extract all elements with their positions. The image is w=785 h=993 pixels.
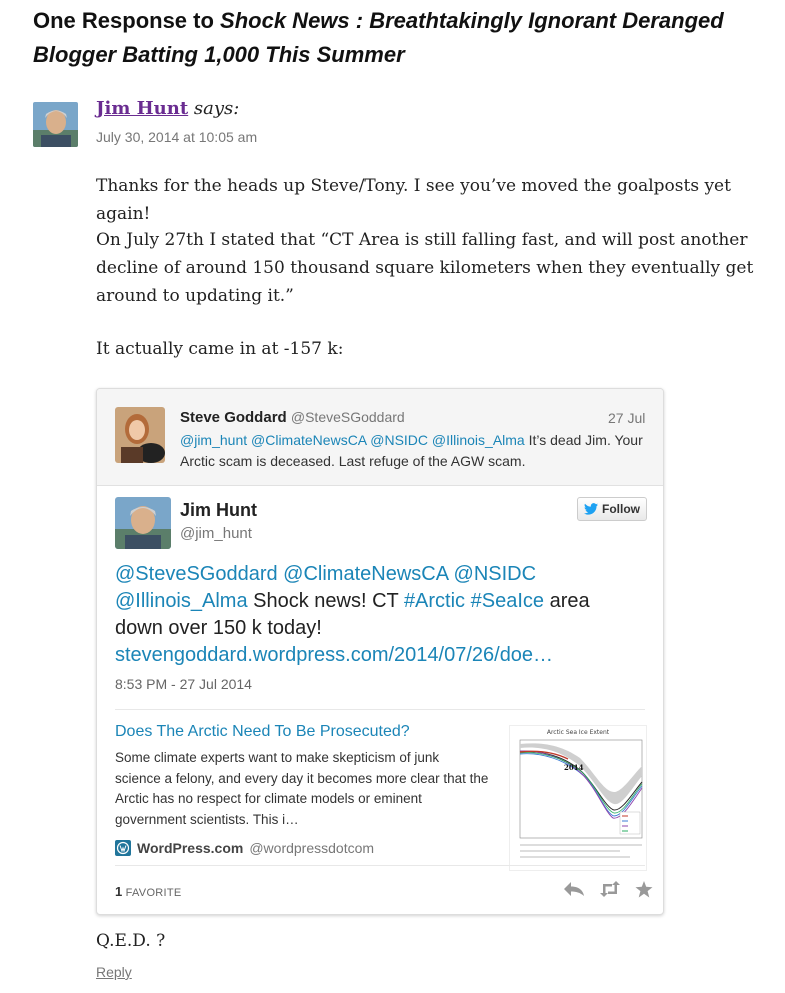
tweet-author-avatar[interactable] [115, 497, 171, 549]
comment-author-line: Jim Hunt says: [96, 98, 239, 119]
follow-label: Follow [602, 502, 640, 516]
tweet-mentions[interactable]: @SteveSGoddard @ClimateNewsCA @NSIDC [115, 563, 536, 585]
retweet-icon[interactable] [599, 881, 621, 902]
card-site-name[interactable]: WordPress.com [137, 840, 243, 856]
tweet-link[interactable]: stevengoddard.wordpress.com/2014/07/26/d… [115, 644, 553, 666]
card-title[interactable]: Does The Arctic Need To Be Prosecuted? [115, 723, 410, 741]
card-source: WordPress.com @wordpressdotcom [115, 840, 374, 856]
tweet-actions [563, 881, 653, 902]
tweet-text-span: down over 150 k today! [115, 617, 322, 639]
comment-closing: Q.E.D. ? [96, 931, 166, 951]
parent-avatar[interactable] [115, 407, 165, 463]
tweet-author-name[interactable]: Jim Hunt [180, 500, 257, 521]
favorite-count-area[interactable]: 1 FAVORITE [115, 884, 182, 899]
parent-handle[interactable]: @SteveSGoddard [291, 409, 405, 425]
thumb-label: 2014 [564, 763, 584, 772]
reply-icon[interactable] [563, 881, 585, 902]
card-desc-line: Arctic has no respect for climate models… [115, 791, 422, 806]
wordpress-icon [115, 840, 131, 856]
comments-heading: One Response to Shock News : Breathtakin… [33, 4, 773, 72]
follow-button[interactable]: Follow [577, 497, 647, 521]
comment-paragraph: It actually came in at -157 k: [96, 339, 344, 359]
parent-date[interactable]: 27 Jul [608, 410, 645, 426]
hashtag-seaice[interactable]: #SeaIce [471, 590, 544, 612]
parent-mentions[interactable]: @jim_hunt @ClimateNewsCA @NSIDC @Illinoi… [180, 432, 525, 448]
card-thumbnail[interactable]: Arctic Sea Ice Extent 2014 [509, 725, 647, 871]
divider [115, 865, 645, 866]
parent-text: @jim_hunt @ClimateNewsCA @NSIDC @Illinoi… [180, 430, 650, 472]
comment-paragraph: On July 27th I stated that “CT Area is s… [96, 230, 754, 306]
comment-date[interactable]: July 30, 2014 at 10:05 am [96, 129, 257, 145]
parent-tweet: Steve Goddard @SteveSGoddard 27 Jul @jim… [97, 389, 663, 486]
parent-text-line: It’s dead Jim. Your [524, 432, 643, 448]
hashtag-arctic[interactable]: #Arctic [404, 590, 465, 612]
favorite-star-icon[interactable] [635, 881, 653, 902]
says-label: says: [188, 98, 240, 119]
card-desc-line: science a felony, and every day it becom… [115, 770, 489, 786]
tweet-text-span: area [544, 590, 590, 612]
divider [115, 709, 645, 710]
card-site-handle[interactable]: @wordpressdotcom [249, 840, 374, 856]
parent-text-line: Arctic scam is deceased. Last refuge of … [180, 453, 526, 469]
tweet-mention[interactable]: @Illinois_Alma [115, 590, 248, 612]
thumb-title: Arctic Sea Ice Extent [547, 729, 610, 736]
embedded-tweet: Steve Goddard @SteveSGoddard 27 Jul @jim… [96, 388, 664, 915]
heading-prefix: One Response to [33, 8, 221, 33]
comment-paragraph: Thanks for the heads up Steve/Tony. I se… [96, 176, 731, 224]
tweet-author-handle[interactable]: @jim_hunt [180, 525, 252, 542]
tweet-timestamp[interactable]: 8:53 PM - 27 Jul 2014 [115, 676, 252, 692]
twitter-bird-icon [584, 503, 598, 515]
reply-link[interactable]: Reply [96, 964, 132, 980]
comment-author-link[interactable]: Jim Hunt [96, 98, 188, 119]
commenter-avatar [33, 102, 78, 147]
card-desc-line: government scientists. This i… [115, 811, 299, 827]
parent-name[interactable]: Steve Goddard [180, 409, 287, 426]
card-description: Some climate experts want to make skepti… [115, 748, 500, 830]
card-desc-line: Some climate experts want to make skepti… [115, 750, 440, 765]
tweet-text: @SteveSGoddard @ClimateNewsCA @NSIDC @Il… [115, 561, 635, 669]
favorite-label: FAVORITE [125, 887, 182, 899]
tweet-text-span: Shock news! CT [247, 590, 404, 612]
favorite-count: 1 [115, 884, 123, 899]
parent-header: Steve Goddard @SteveSGoddard [180, 409, 405, 426]
